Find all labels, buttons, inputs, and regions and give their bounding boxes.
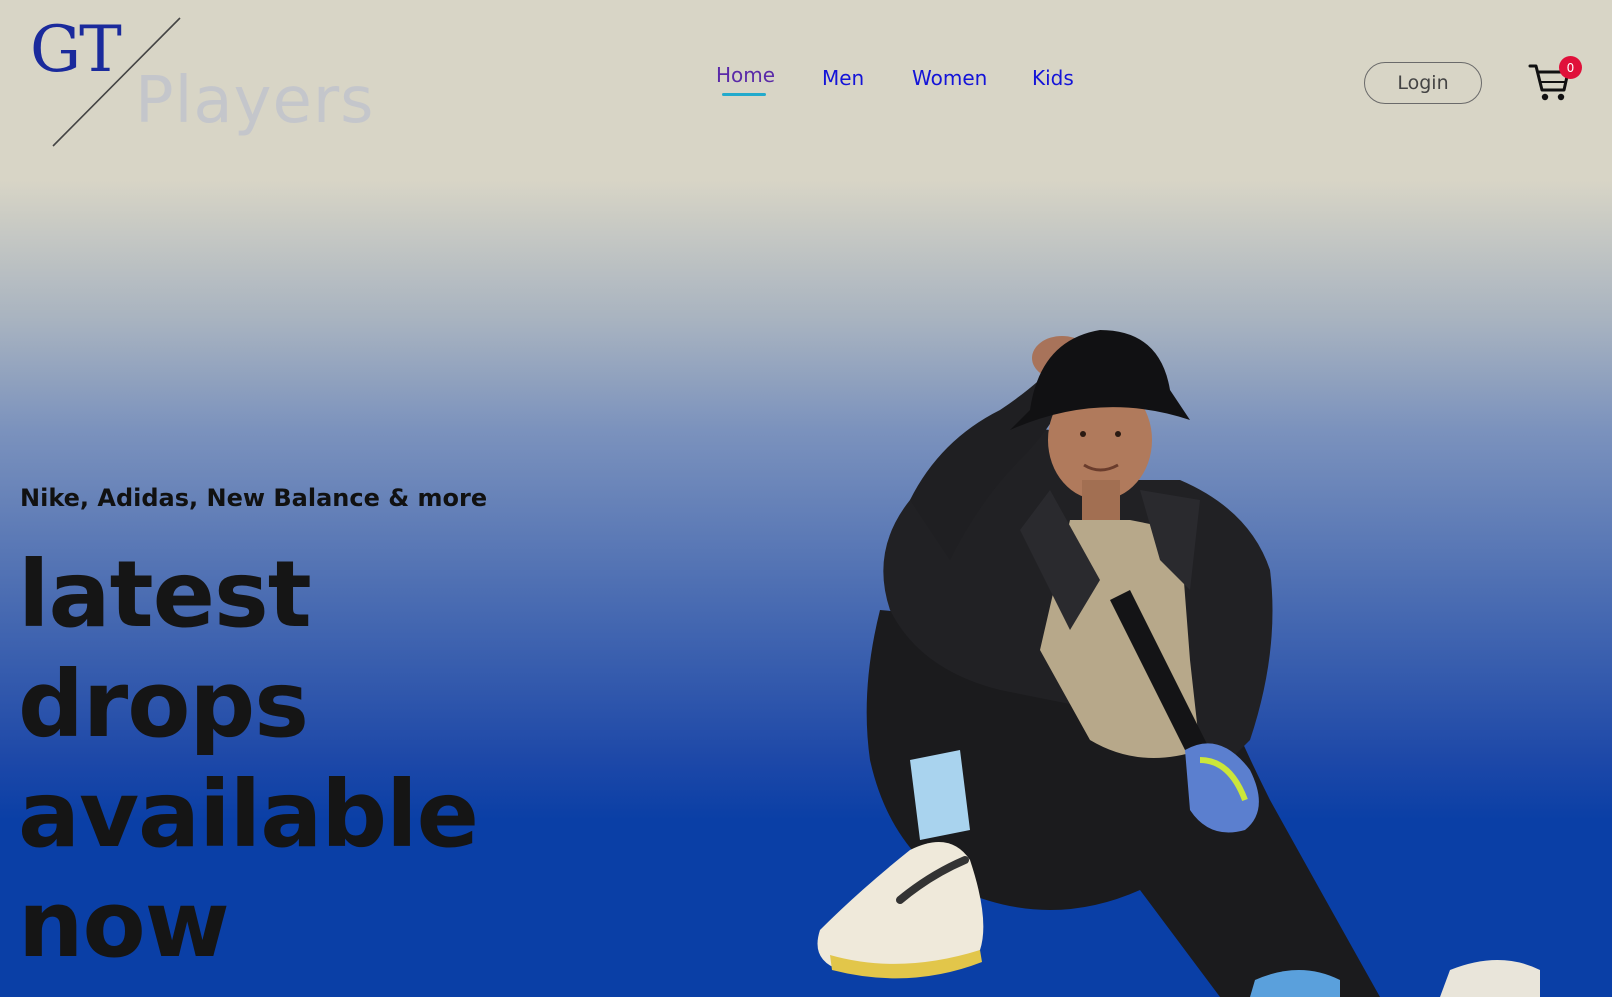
hero-brands-tagline: Nike, Adidas, New Balance & more (20, 484, 488, 512)
nav-item-women[interactable]: Women (912, 66, 987, 90)
nav-item-home[interactable]: Home (716, 63, 776, 96)
nav-item-home-label: Home (716, 63, 776, 87)
nav-item-kids[interactable]: Kids (1032, 66, 1074, 90)
headline-line: now (18, 871, 230, 978)
brand-logo[interactable]: GT Players (30, 13, 374, 151)
hero-model-image (817, 330, 1540, 997)
logo-players-text: Players (135, 64, 375, 138)
logo-gt-text: GT (30, 13, 122, 87)
headline-line: drops (18, 651, 309, 758)
headline-line: available (18, 761, 479, 868)
login-button[interactable]: Login (1364, 62, 1482, 104)
cart-count-badge: 0 (1559, 56, 1582, 79)
nav-item-men[interactable]: Men (822, 66, 864, 90)
nav-active-underline (722, 93, 766, 96)
headline-line: latest (18, 541, 312, 648)
hero-headline: latest drops available now (18, 540, 578, 980)
